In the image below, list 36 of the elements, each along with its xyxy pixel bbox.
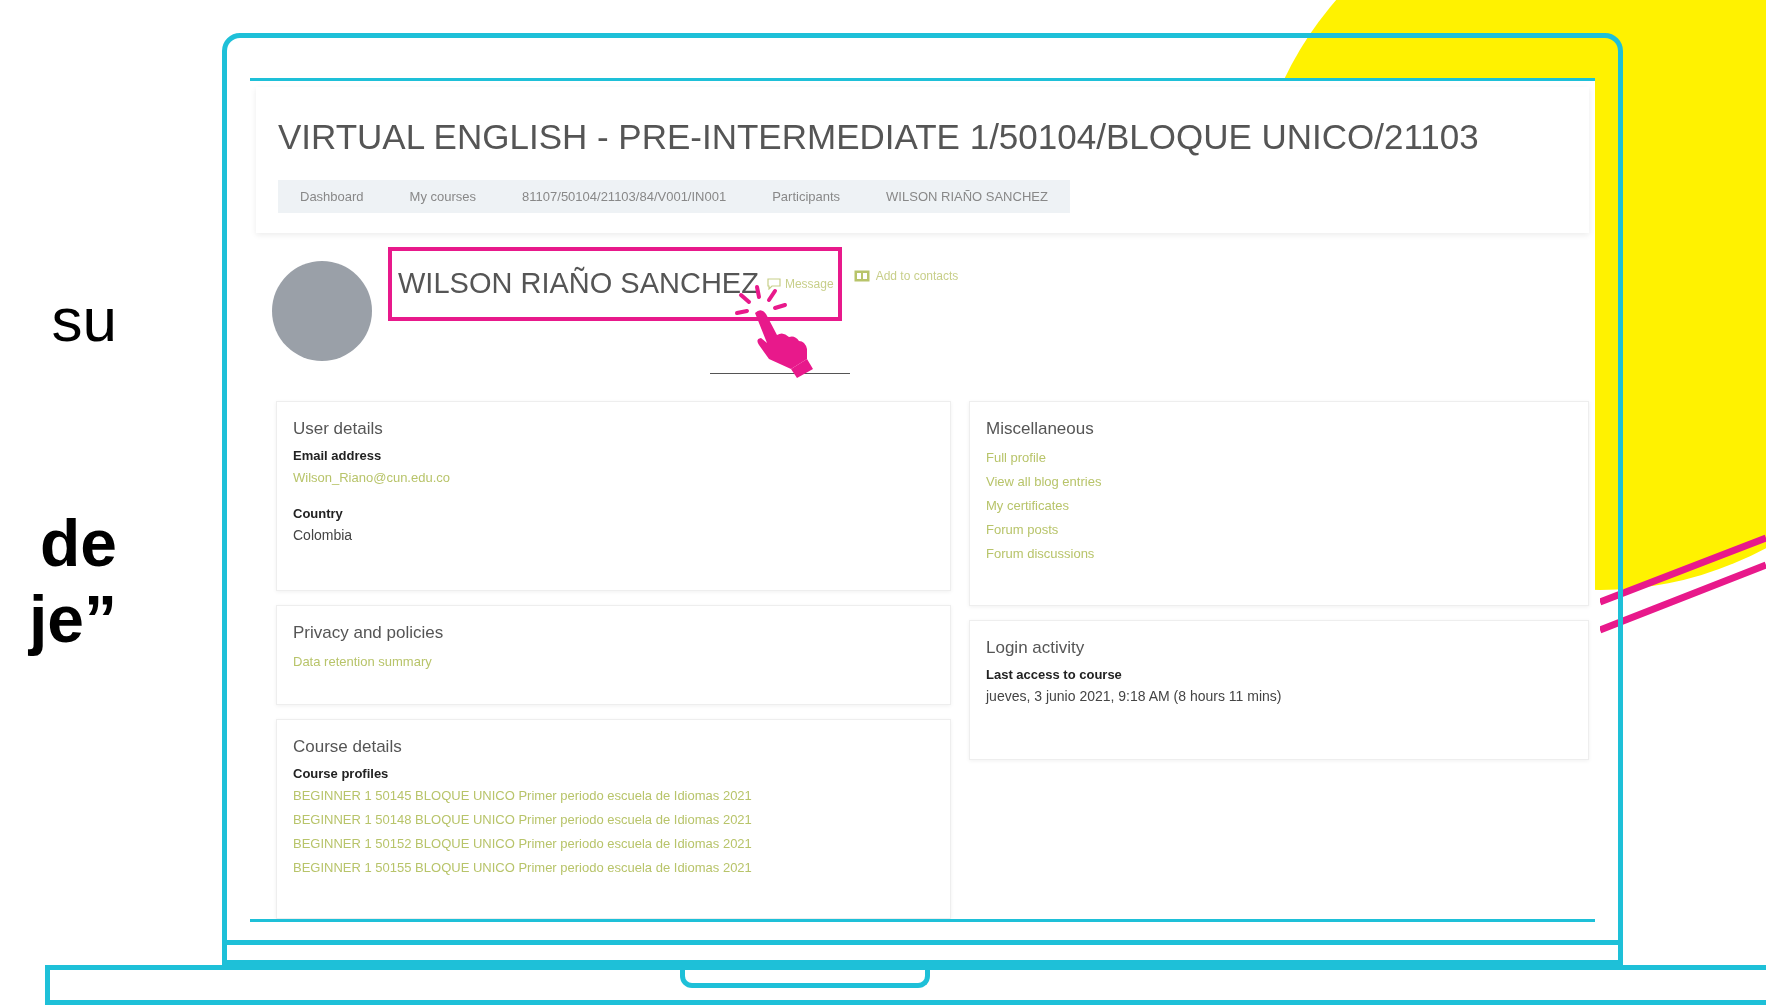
card-title: User details — [293, 418, 383, 440]
card-title: Miscellaneous — [986, 418, 1094, 440]
text-link[interactable]: BEGINNER 1 50145 BLOQUE UNICO Primer periodo escuela de Idiomas 2021 — [293, 783, 752, 808]
slide-text: de — [39, 505, 117, 581]
text-link[interactable]: My certificates — [986, 493, 1070, 518]
text-link[interactable]: Data retention summary — [293, 649, 432, 674]
text-link[interactable]: View all blog entries — [986, 469, 1102, 494]
text-link[interactable]: BEGINNER 1 50152 BLOQUE UNICO Primer periodo escuela de Idiomas 2021 — [293, 831, 752, 856]
breadcrumb-item[interactable]: Dashboard — [278, 179, 386, 213]
text-link[interactable]: Full profile — [986, 445, 1046, 470]
field-label: Country — [293, 504, 343, 523]
text-link[interactable]: BEGINNER 1 50155 BLOQUE UNICO Primer periodo escuela de Idiomas 2021 — [293, 855, 752, 880]
slide-text: je” — [28, 581, 117, 657]
course-title: VIRTUAL ENGLISH - PRE-INTERMEDIATE 1/50104/BLOQUE UNICO/21103 — [278, 116, 1480, 158]
breadcrumb-item[interactable]: 81107/50104/21103/84/V001/IN001 — [500, 179, 749, 213]
address-card-icon — [853, 270, 870, 282]
field-value: Colombia — [293, 525, 353, 545]
add-contacts-link[interactable]: Add to contacts — [853, 267, 959, 285]
field-label: Email address — [293, 446, 382, 465]
text-link[interactable]: BEGINNER 1 50148 BLOQUE UNICO Primer periodo escuela de Idiomas 2021 — [293, 807, 752, 832]
field-value: jueves, 3 junio 2021, 9:18 AM (8 hours 11 mins) — [986, 686, 1282, 706]
field-label: Last access to course — [986, 665, 1122, 684]
card-title: Course details — [293, 736, 402, 758]
text-link[interactable]: Wilson_Riano@cun.edu.co — [293, 465, 450, 490]
user-name: WILSON RIAÑO SANCHEZ — [398, 265, 759, 302]
breadcrumb-item[interactable]: My courses — [387, 179, 499, 213]
breadcrumb-item[interactable]: Participants — [750, 179, 863, 213]
message-link[interactable]: Message — [766, 275, 834, 293]
speech-bubble-icon — [766, 278, 781, 290]
card-title: Login activity — [986, 637, 1085, 659]
text-link[interactable]: Forum posts — [986, 517, 1059, 542]
card-title: Privacy and policies — [293, 622, 444, 644]
text-link[interactable]: Forum discussions — [986, 541, 1095, 566]
slide-text: su — [51, 285, 117, 355]
breadcrumb-item[interactable]: WILSON RIAÑO SANCHEZ — [864, 179, 1070, 213]
field-label: Course profiles — [293, 764, 389, 783]
